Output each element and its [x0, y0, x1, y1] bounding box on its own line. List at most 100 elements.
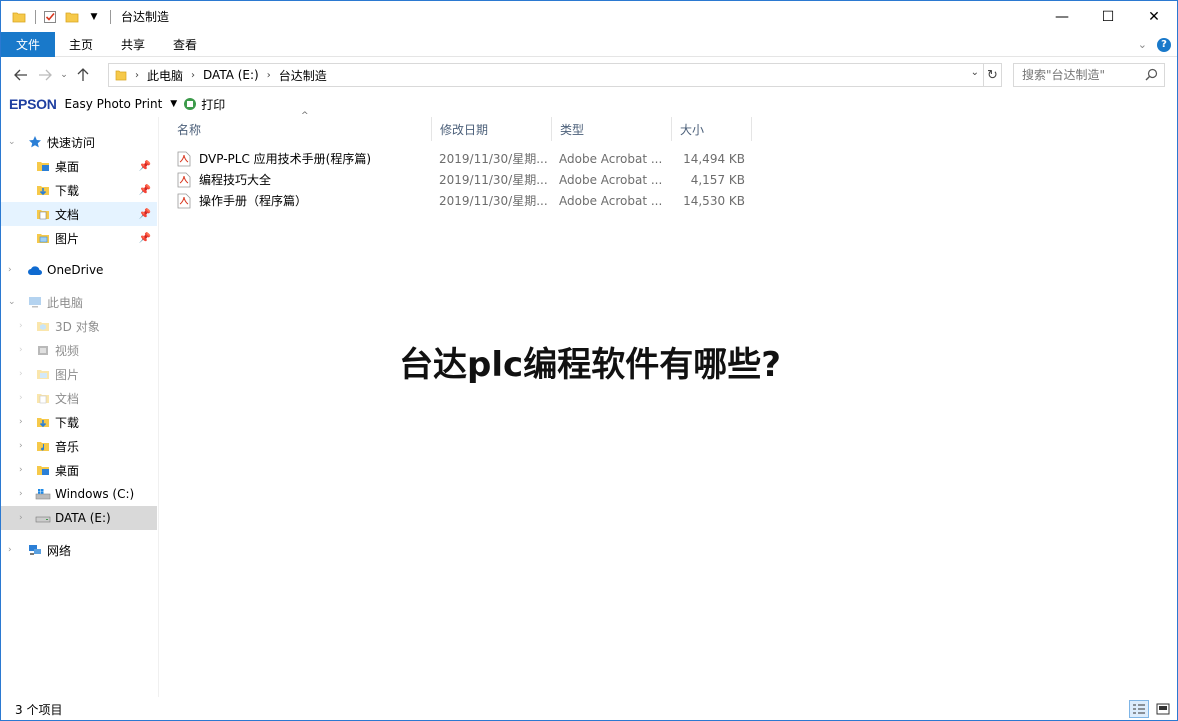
table-row[interactable]: 编程技巧大全 2019/11/30/星期... Adobe Acrobat ..…	[171, 169, 751, 190]
tab-share[interactable]: 共享	[107, 32, 159, 57]
sidebar-item-label: 下载	[55, 183, 80, 198]
forward-button[interactable]	[33, 63, 57, 87]
title-separator	[110, 9, 111, 24]
forward-arrow-icon	[39, 69, 52, 81]
sidebar-item-documents[interactable]: 文档 📌	[1, 202, 157, 226]
search-box[interactable]	[1013, 63, 1165, 87]
window-controls: — ☐ ✕	[1039, 1, 1177, 32]
network-icon	[27, 542, 43, 558]
file-name: DVP-PLC 应用技术手册(程序篇)	[199, 152, 372, 166]
sidebar-item-documents-pc[interactable]: › 文档	[1, 386, 157, 410]
customize-qat-icon[interactable]: ▼	[84, 7, 104, 27]
tab-home[interactable]: 主页	[55, 32, 107, 57]
search-icon[interactable]	[1145, 68, 1158, 84]
breadcrumb-this-pc[interactable]: 此电脑	[147, 67, 183, 84]
expand-chevron-icon[interactable]: ›	[19, 513, 23, 523]
large-icons-view-button[interactable]	[1153, 700, 1173, 718]
expand-ribbon-icon[interactable]: ⌄	[1138, 38, 1147, 51]
expand-chevron-icon[interactable]: ›	[19, 489, 23, 499]
sidebar-item-label: 音乐	[55, 439, 80, 454]
view-switcher	[1129, 698, 1173, 720]
pdf-icon	[177, 169, 193, 190]
column-header-size[interactable]: 大小	[672, 117, 752, 141]
print-icon	[184, 98, 197, 110]
column-header-type[interactable]: 类型	[552, 117, 672, 141]
sidebar-item-3d-objects[interactable]: › 3D 对象	[1, 314, 157, 338]
address-dropdown-icon[interactable]: ⌄	[971, 67, 979, 78]
pin-icon[interactable]: 📌	[139, 185, 151, 196]
breadcrumb-current[interactable]: 台达制造	[279, 67, 327, 84]
explorer-window: ▼ 台达制造 — ☐ ✕ 文件 主页 共享 查看 ⌄ ? ⌄ › 此电脑 › D…	[0, 0, 1178, 721]
close-button[interactable]: ✕	[1131, 1, 1177, 32]
epson-dropdown-icon[interactable]: ▼	[170, 99, 177, 109]
sidebar-item-quick-access[interactable]: ⌄ 快速访问	[1, 130, 157, 154]
help-icon[interactable]: ?	[1157, 37, 1171, 52]
sidebar-item-this-pc[interactable]: ⌄ 此电脑	[1, 290, 157, 314]
table-row[interactable]: DVP-PLC 应用技术手册(程序篇) 2019/11/30/星期... Ado…	[171, 148, 751, 169]
sidebar-item-label: 桌面	[55, 159, 80, 174]
pdf-icon	[177, 148, 193, 169]
sidebar-item-network[interactable]: › 网络	[1, 538, 157, 562]
print-button[interactable]: 打印	[183, 96, 225, 113]
ribbon-right: ⌄ ?	[1138, 32, 1171, 57]
back-button[interactable]	[9, 63, 33, 87]
sidebar-item-downloads-pc[interactable]: › 下载	[1, 410, 157, 434]
documents-folder-icon	[35, 390, 51, 406]
properties-icon[interactable]	[40, 7, 60, 27]
3d-objects-icon	[35, 318, 51, 334]
expand-chevron-icon[interactable]: ›	[19, 417, 23, 427]
expand-chevron-icon[interactable]: ›	[19, 321, 23, 331]
up-button[interactable]	[71, 63, 95, 87]
new-folder-icon[interactable]	[62, 7, 82, 27]
overlay-headline: 台达plc编程软件有哪些?	[399, 345, 781, 385]
large-icons-view-icon	[1156, 703, 1170, 715]
sidebar-item-desktop-pc[interactable]: › 桌面	[1, 458, 157, 482]
crumb-chevron-icon[interactable]: ›	[135, 70, 139, 81]
sidebar-item-onedrive[interactable]: › OneDrive	[1, 258, 157, 282]
pin-icon[interactable]: 📌	[139, 161, 151, 172]
epson-app-button[interactable]: Easy Photo Print	[65, 97, 163, 111]
file-name: 操作手册（程序篇）	[199, 194, 308, 208]
epson-logo: EPSON	[9, 96, 57, 112]
pin-icon[interactable]: 📌	[139, 209, 151, 220]
address-bar[interactable]: › 此电脑 › DATA (E:) › 台达制造 ⌄	[108, 63, 984, 87]
expand-chevron-icon[interactable]: ⌄	[8, 297, 16, 307]
documents-folder-icon	[35, 206, 51, 222]
search-input[interactable]	[1022, 68, 1140, 82]
details-view-button[interactable]	[1129, 700, 1149, 718]
minimize-button[interactable]: —	[1039, 1, 1085, 32]
drive-icon	[35, 510, 51, 526]
expand-chevron-icon[interactable]: ›	[19, 393, 23, 403]
sidebar-item-data-e[interactable]: › DATA (E:)	[1, 506, 157, 530]
sidebar-item-label: 桌面	[55, 463, 80, 478]
file-date: 2019/11/30/星期...	[439, 173, 548, 187]
sidebar-item-label: DATA (E:)	[55, 511, 111, 525]
crumb-chevron-icon[interactable]: ›	[267, 70, 271, 81]
file-date: 2019/11/30/星期...	[439, 152, 548, 166]
tab-view[interactable]: 查看	[159, 32, 211, 57]
file-type: Adobe Acrobat ...	[559, 151, 663, 166]
sidebar-item-desktop[interactable]: 桌面 📌	[1, 154, 157, 178]
expand-chevron-icon[interactable]: ›	[8, 265, 12, 275]
tab-file[interactable]: 文件	[1, 31, 56, 57]
file-size: 14,530 KB	[683, 193, 745, 208]
expand-chevron-icon[interactable]: ›	[8, 545, 12, 555]
column-header-name[interactable]: 名称	[169, 117, 432, 141]
expand-chevron-icon[interactable]: ⌄	[8, 137, 16, 147]
expand-chevron-icon[interactable]: ›	[19, 441, 23, 451]
refresh-button[interactable]: ↻	[984, 63, 1002, 87]
breadcrumb-data-e[interactable]: DATA (E:)	[203, 68, 259, 82]
crumb-chevron-icon[interactable]: ›	[191, 70, 195, 81]
column-header-date[interactable]: 修改日期	[432, 117, 552, 141]
sidebar-item-windows-c[interactable]: › Windows (C:)	[1, 482, 157, 506]
pin-icon[interactable]: 📌	[139, 233, 151, 244]
expand-chevron-icon[interactable]: ›	[19, 465, 23, 475]
recent-locations-button[interactable]: ⌄	[57, 63, 71, 87]
table-row[interactable]: 操作手册（程序篇） 2019/11/30/星期... Adobe Acrobat…	[171, 190, 751, 211]
sidebar-item-music[interactable]: › 音乐	[1, 434, 157, 458]
qat-separator	[35, 9, 36, 24]
sidebar-item-label: 3D 对象	[55, 319, 100, 334]
sidebar-item-downloads[interactable]: 下载 📌	[1, 178, 157, 202]
sidebar-item-pictures[interactable]: 图片 📌	[1, 226, 157, 250]
maximize-button[interactable]: ☐	[1085, 1, 1131, 32]
